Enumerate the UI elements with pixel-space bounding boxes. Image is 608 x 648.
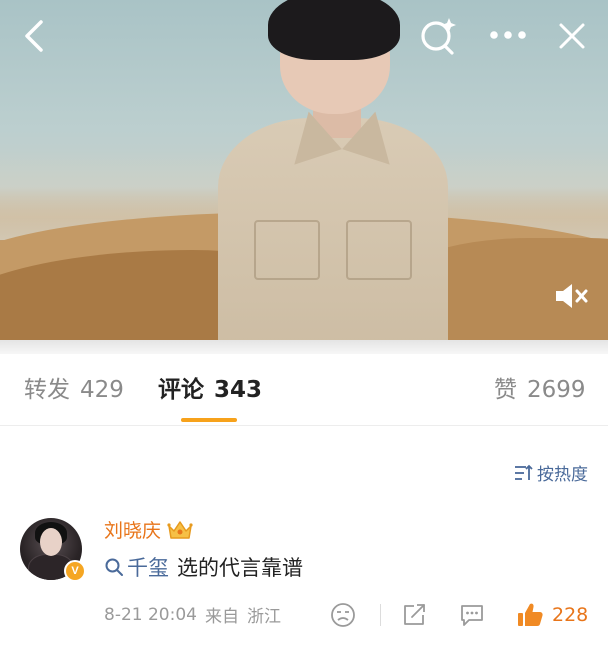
tab-comments-label: 评论 xyxy=(158,377,204,403)
action-divider xyxy=(380,604,381,626)
sort-by-hot-button[interactable]: 按热度 xyxy=(513,460,588,485)
like-count: 228 xyxy=(552,604,589,626)
comment-location: 浙江 xyxy=(246,607,281,627)
comment-meta: 8-21 20:04 来自 浙江 xyxy=(104,602,281,628)
close-button[interactable] xyxy=(552,16,592,56)
location-prefix: 来自 xyxy=(204,607,239,627)
crown-icon xyxy=(167,520,193,539)
search-button[interactable] xyxy=(416,14,460,58)
comment-timestamp: 8-21 20:04 xyxy=(104,604,197,625)
tab-likes-count: 2699 xyxy=(527,377,586,403)
comment-text: 选的代言靠谱 xyxy=(177,556,303,580)
commenter-avatar[interactable]: V xyxy=(20,518,86,582)
mute-button[interactable] xyxy=(550,278,592,314)
share-button[interactable] xyxy=(399,600,429,630)
topic-text: 千玺 xyxy=(127,556,169,580)
dislike-face-icon xyxy=(331,603,355,627)
reply-icon xyxy=(461,605,483,626)
verified-badge: V xyxy=(64,560,86,582)
tab-repost-label: 转发 xyxy=(24,377,70,403)
tab-comments-count: 343 xyxy=(214,377,263,403)
reply-button[interactable] xyxy=(457,600,487,630)
search-sparkle-icon xyxy=(421,18,456,55)
tab-likes[interactable]: 赞 2699 xyxy=(494,374,586,406)
mute-icon xyxy=(556,284,588,308)
post-tabs: 转发 429 评论 343 赞 2699 xyxy=(0,354,608,426)
sort-icon xyxy=(515,464,533,480)
sort-label: 按热度 xyxy=(537,465,588,485)
dislike-button[interactable] xyxy=(328,600,358,630)
share-icon xyxy=(404,604,425,625)
tabs-shadow xyxy=(0,340,608,354)
topic-link[interactable]: 千玺 xyxy=(104,552,169,582)
tab-comments[interactable]: 评论 343 xyxy=(158,374,262,406)
active-tab-indicator xyxy=(181,418,237,422)
tab-repost[interactable]: 转发 429 xyxy=(24,374,124,406)
video-subject xyxy=(218,0,448,340)
commenter-name[interactable]: 刘晓庆 xyxy=(104,516,193,543)
more-button[interactable] xyxy=(486,18,530,52)
tab-repost-count: 429 xyxy=(80,377,124,403)
commenter-name-text: 刘晓庆 xyxy=(104,520,162,542)
back-icon xyxy=(25,20,43,52)
comment-body: 千玺 选的代言靠谱 xyxy=(104,552,303,582)
search-icon xyxy=(105,558,123,576)
like-button[interactable] xyxy=(514,600,546,630)
back-button[interactable] xyxy=(14,16,54,56)
video-player[interactable] xyxy=(0,0,608,340)
tab-likes-label: 赞 xyxy=(494,377,517,403)
close-icon xyxy=(559,23,585,49)
thumbs-up-icon xyxy=(518,603,543,626)
more-icon xyxy=(490,31,526,39)
